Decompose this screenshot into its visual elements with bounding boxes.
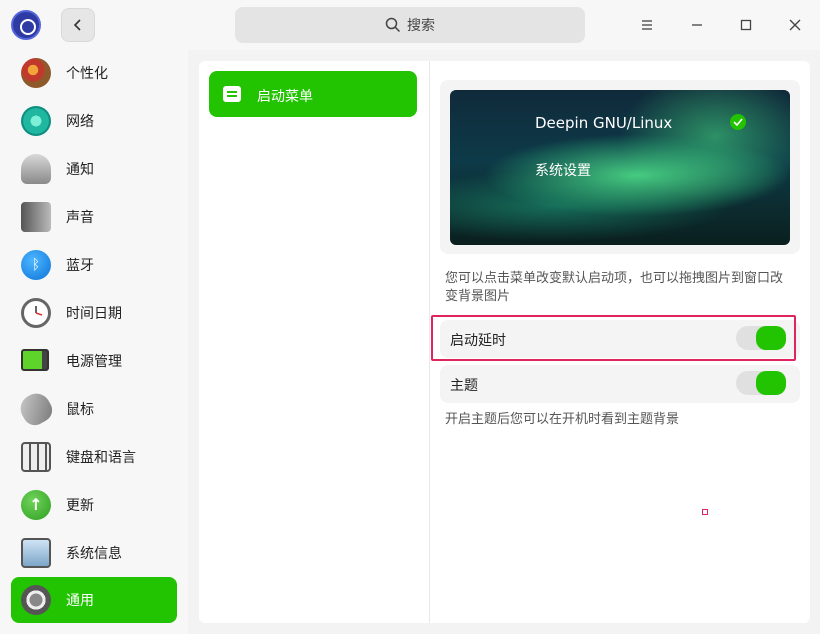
sidebar-item-label: 更新 <box>66 498 94 514</box>
speaker-icon <box>21 202 51 232</box>
sidebar-item-mouse[interactable]: 鼠标 <box>11 386 177 432</box>
sub-nav-item-boot-menu[interactable]: 启动菜单 <box>209 71 417 117</box>
minimize-icon <box>692 24 702 26</box>
search-input[interactable]: 搜索 <box>235 7 585 43</box>
sidebar-item-label: 时间日期 <box>66 306 122 322</box>
sub-nav-item-label: 启动菜单 <box>257 89 313 105</box>
clock-icon <box>21 298 51 328</box>
sidebar-item-sysinfo[interactable]: 系统信息 <box>11 530 177 576</box>
sidebar-item-label: 蓝牙 <box>66 258 94 274</box>
sidebar: 个性化 网络 通知 声音 ᛒ 蓝牙 时间日期 电源管理 鼠标 键盘和语言 ↑ 更… <box>0 50 188 634</box>
menu-doc-icon <box>223 86 241 102</box>
boot-preview-image[interactable]: Deepin GNU/Linux 系统设置 <box>450 90 790 245</box>
sidebar-item-network[interactable]: 网络 <box>11 98 177 144</box>
sidebar-item-personalization[interactable]: 个性化 <box>11 50 177 96</box>
sidebar-item-label: 系统信息 <box>66 546 122 562</box>
sidebar-item-label: 电源管理 <box>66 354 122 370</box>
keyboard-icon <box>21 442 51 472</box>
system-info-icon <box>21 538 51 568</box>
battery-icon <box>21 349 49 371</box>
close-icon <box>789 19 801 31</box>
sidebar-item-label: 通知 <box>66 162 94 178</box>
bluetooth-icon: ᛒ <box>21 250 51 280</box>
menu-button[interactable] <box>634 12 660 38</box>
theme-row: 主题 <box>440 365 800 403</box>
theme-label: 主题 <box>450 378 478 394</box>
boot-entry-second[interactable]: 系统设置 <box>535 160 591 180</box>
check-icon <box>730 114 746 130</box>
maximize-button[interactable] <box>733 12 759 38</box>
search-icon <box>385 17 401 33</box>
chevron-left-icon <box>73 19 81 31</box>
gear-icon <box>21 585 51 615</box>
close-button[interactable] <box>782 12 808 38</box>
network-icon <box>21 106 51 136</box>
search-placeholder: 搜索 <box>407 18 435 34</box>
boot-entry-default[interactable]: Deepin GNU/Linux <box>535 114 672 132</box>
sub-nav-panel: 启动菜单 <box>199 61 429 623</box>
sidebar-item-update[interactable]: ↑ 更新 <box>11 482 177 528</box>
cursor-marker <box>702 509 708 515</box>
sidebar-item-bluetooth[interactable]: ᛒ 蓝牙 <box>11 242 177 288</box>
sidebar-item-sound[interactable]: 声音 <box>11 194 177 240</box>
sidebar-item-datetime[interactable]: 时间日期 <box>11 290 177 336</box>
title-bar: 搜索 <box>0 0 820 50</box>
sidebar-item-label: 网络 <box>66 114 94 130</box>
highlight-box <box>431 315 796 361</box>
sidebar-item-label: 键盘和语言 <box>66 450 136 466</box>
mouse-icon <box>15 388 57 430</box>
sidebar-item-label: 个性化 <box>66 66 108 82</box>
sidebar-item-power[interactable]: 电源管理 <box>11 338 177 384</box>
sidebar-item-label: 声音 <box>66 210 94 226</box>
update-icon: ↑ <box>21 490 51 520</box>
maximize-icon <box>740 19 752 31</box>
sidebar-item-keyboard[interactable]: 键盘和语言 <box>11 434 177 480</box>
minimize-button[interactable] <box>684 12 710 38</box>
toggle-knob <box>756 371 786 395</box>
preview-hint: 您可以点击菜单改变默认启动项，也可以拖拽图片到窗口改变背景图片 <box>445 271 784 304</box>
sidebar-item-general[interactable]: 通用 <box>11 577 177 623</box>
back-button[interactable] <box>61 8 95 42</box>
theme-hint: 开启主题后您可以在开机时看到主题背景 <box>445 412 680 427</box>
bell-icon <box>21 154 51 184</box>
sidebar-item-label: 鼠标 <box>66 402 94 418</box>
theme-toggle[interactable] <box>736 371 786 395</box>
sidebar-item-notification[interactable]: 通知 <box>11 146 177 192</box>
sidebar-item-label: 通用 <box>66 593 94 609</box>
menu-icon <box>642 20 652 30</box>
palette-icon <box>21 58 51 88</box>
app-logo-icon <box>11 10 41 40</box>
